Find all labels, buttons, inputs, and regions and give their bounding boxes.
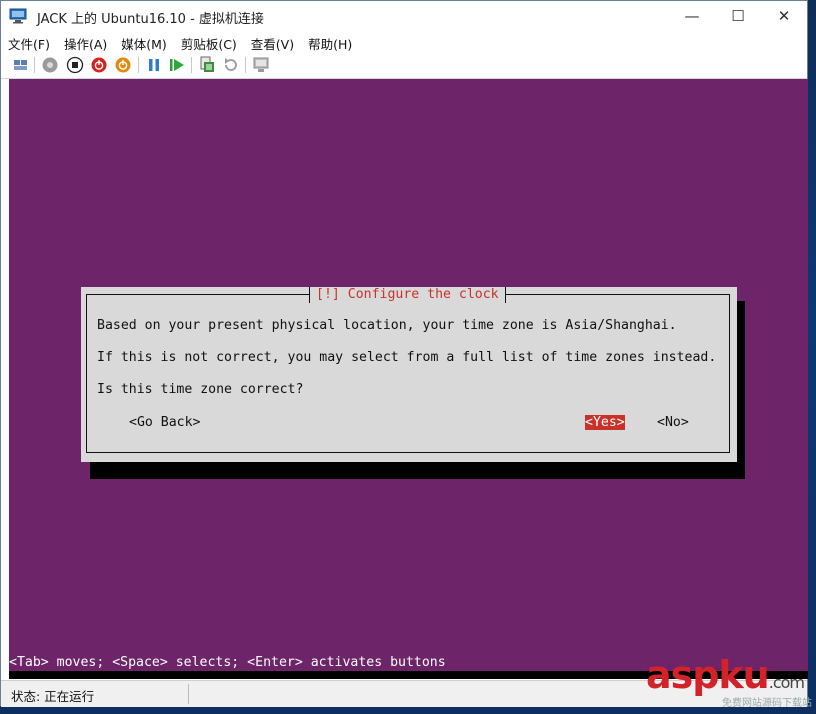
- resume-icon[interactable]: [168, 56, 186, 74]
- watermark-logo-text: aspku: [645, 653, 770, 697]
- vm-connection-window: JACK 上的 Ubuntu16.10 - 虚拟机连接 — ☐ ✕ 文件(F) …: [0, 0, 808, 707]
- close-icon: ✕: [777, 7, 791, 25]
- enhanced-session-icon[interactable]: [253, 56, 271, 74]
- watermark-logo-suffix: .com: [768, 673, 805, 692]
- go-back-button[interactable]: <Go Back>: [129, 415, 200, 430]
- watermark-tagline: 免费网站源码下载站: [722, 698, 812, 709]
- checkpoint-icon[interactable]: [198, 56, 216, 74]
- toolbar-separator: [34, 57, 35, 73]
- toolbar-separator: [191, 57, 192, 73]
- menu-bar: 文件(F) 操作(A) 媒体(M) 剪贴板(C) 查看(V) 帮助(H): [1, 31, 807, 52]
- minimize-icon: —: [684, 7, 700, 25]
- configure-clock-dialog: [!] Configure the clock Based on your pr…: [81, 287, 737, 462]
- maximize-icon: ☐: [731, 7, 745, 25]
- close-button[interactable]: ✕: [761, 1, 807, 31]
- toolbar-separator: [138, 57, 139, 73]
- ctrl-alt-del-icon[interactable]: [12, 56, 30, 74]
- maximize-button[interactable]: ☐: [715, 1, 761, 31]
- watermark-logo: aspku.com: [645, 653, 805, 697]
- toolbar: [1, 52, 807, 79]
- timezone-location-text: Based on your present physical location,…: [97, 318, 677, 333]
- toolbar-separator: [245, 57, 246, 73]
- minimize-button[interactable]: —: [669, 1, 715, 31]
- pause-icon[interactable]: [145, 56, 163, 74]
- menu-view[interactable]: 查看(V): [244, 31, 301, 52]
- vm-display[interactable]: [!] Configure the clock Based on your pr…: [9, 79, 808, 679]
- menu-file[interactable]: 文件(F): [1, 31, 57, 52]
- status-divider: [188, 684, 189, 704]
- keyboard-hint: <Tab> moves; <Space> selects; <Enter> ac…: [9, 655, 446, 670]
- menu-media[interactable]: 媒体(M): [114, 31, 174, 52]
- timezone-question: Is this time zone correct?: [97, 382, 304, 397]
- menu-clipboard[interactable]: 剪贴板(C): [174, 31, 244, 52]
- title-bar[interactable]: JACK 上的 Ubuntu16.10 - 虚拟机连接 — ☐ ✕: [1, 1, 807, 31]
- dialog-title: [!] Configure the clock: [309, 287, 506, 303]
- timezone-alternative-text: If this is not correct, you may select f…: [97, 350, 717, 365]
- vm-connection-app-icon: [9, 8, 27, 24]
- menu-action[interactable]: 操作(A): [57, 31, 114, 52]
- window-title: JACK 上的 Ubuntu16.10 - 虚拟机连接: [37, 12, 264, 27]
- turn-off-icon[interactable]: [66, 56, 84, 74]
- save-icon[interactable]: [114, 56, 132, 74]
- start-icon[interactable]: [41, 56, 59, 74]
- yes-button[interactable]: <Yes>: [585, 415, 625, 430]
- revert-icon[interactable]: [222, 56, 240, 74]
- no-button[interactable]: <No>: [657, 415, 689, 430]
- menu-help[interactable]: 帮助(H): [301, 31, 359, 52]
- vm-status-text: 状态: 正在运行: [11, 689, 95, 704]
- shutdown-icon[interactable]: [90, 56, 108, 74]
